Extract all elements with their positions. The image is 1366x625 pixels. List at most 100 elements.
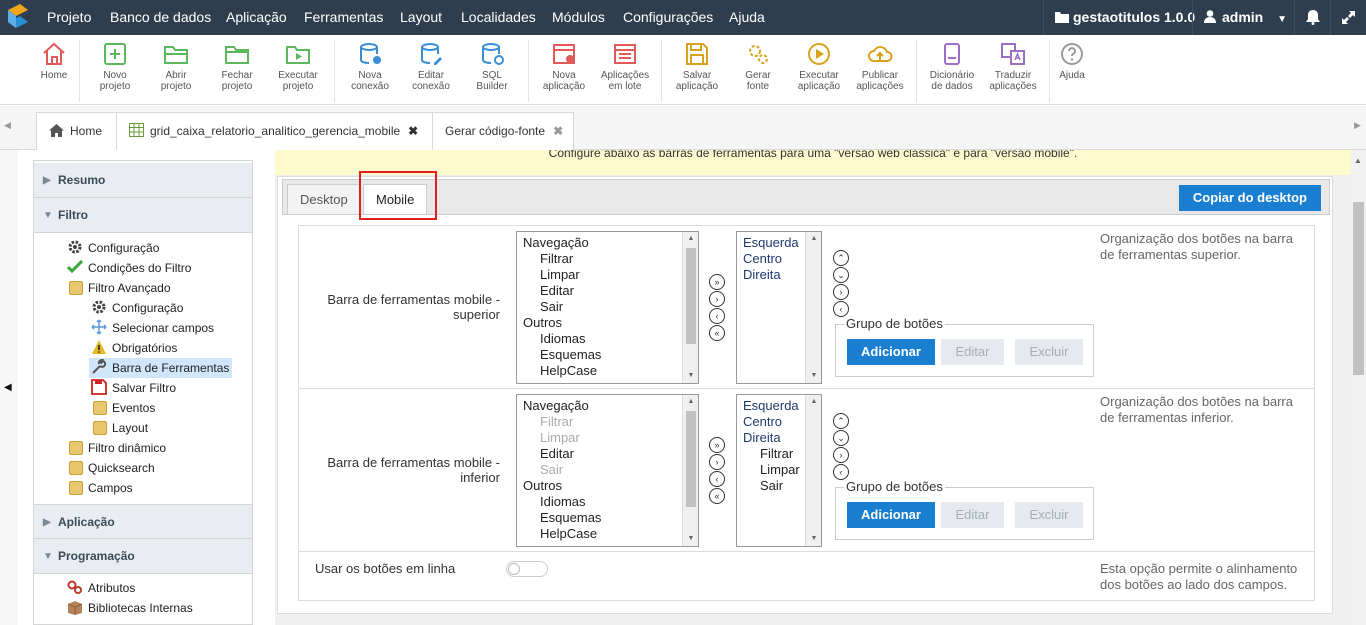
menu-projeto[interactable]: Projeto: [47, 0, 91, 35]
project-selector[interactable]: gestaotitulos 1.0.0: [1055, 0, 1195, 35]
scroll-up-icon[interactable]: ▲: [683, 395, 698, 409]
tab-application[interactable]: grid_caixa_relatorio_analitico_gerencia_…: [116, 112, 433, 150]
run-project-button[interactable]: Executar projeto: [268, 41, 328, 92]
menu-ferramentas[interactable]: Ferramentas: [304, 0, 383, 35]
tree-item-condicoes-filtro[interactable]: Condições do Filtro: [67, 258, 191, 278]
inferior-selected-list[interactable]: Esquerda Centro Direita Filtrar Limpar Sair ▲ ▼: [736, 394, 822, 547]
list-item[interactable]: Idiomas: [523, 494, 698, 510]
list-scrollbar[interactable]: ▲ ▼: [682, 232, 698, 383]
scroll-down-icon[interactable]: ▼: [683, 369, 698, 383]
scrollbar-thumb[interactable]: [686, 411, 696, 507]
add-icon[interactable]: ›: [709, 454, 725, 470]
tree-item-filtro-dinamico[interactable]: Filtro dinâmico: [69, 438, 166, 458]
tree-item-eventos[interactable]: Eventos: [93, 398, 155, 418]
superior-available-list[interactable]: Navegação Filtrar Limpar Editar Sair Outros Id…: [516, 231, 699, 384]
superior-add-button[interactable]: Adicionar: [847, 339, 935, 365]
move-top-icon[interactable]: ⌃: [833, 250, 849, 266]
help-button[interactable]: Ajuda: [1042, 41, 1102, 81]
tree-item-selecionar-campos[interactable]: Selecionar campos: [91, 318, 214, 338]
list-item[interactable]: Editar: [523, 283, 698, 299]
inferior-edit-button[interactable]: Editar: [941, 502, 1004, 528]
list-scrollbar[interactable]: ▲ ▼: [682, 395, 698, 546]
scroll-down-icon[interactable]: ▼: [806, 532, 821, 546]
list-item[interactable]: Esquemas: [523, 510, 698, 526]
tree-item-filtro-avancado[interactable]: Filtro Avançado: [69, 278, 171, 298]
list-item[interactable]: HelpCase: [523, 363, 698, 379]
tree-item-barra-ferramentas[interactable]: Barra de Ferramentas: [89, 358, 233, 378]
move-bottom-icon[interactable]: ⌄: [833, 267, 849, 283]
data-dictionary-button[interactable]: Dicionário de dados: [922, 41, 982, 92]
menu-ajuda[interactable]: Ajuda: [729, 0, 765, 35]
edit-connection-button[interactable]: Editar conexão: [401, 41, 461, 92]
inferior-available-list[interactable]: Navegação Filtrar Limpar Editar Sair Outros Id…: [516, 394, 699, 547]
tabs-scroll-left-icon[interactable]: ◀: [4, 120, 11, 131]
move-right-icon[interactable]: ›: [833, 447, 849, 463]
list-item[interactable]: Outros: [523, 315, 698, 331]
tab-home[interactable]: Home: [36, 112, 117, 150]
scrollbar-thumb[interactable]: [686, 248, 696, 344]
list-item[interactable]: Editar: [523, 446, 698, 462]
move-left-icon[interactable]: ‹: [833, 464, 849, 480]
move-top-icon[interactable]: ⌃: [833, 413, 849, 429]
close-icon[interactable]: ✖: [553, 124, 563, 138]
scroll-up-icon[interactable]: ▲: [806, 232, 821, 246]
copy-from-desktop-button[interactable]: Copiar do desktop: [1178, 185, 1321, 211]
list-item[interactable]: Sair: [523, 299, 698, 315]
scroll-up-icon[interactable]: ▲: [1354, 156, 1362, 165]
list-scrollbar[interactable]: ▲ ▼: [805, 232, 821, 383]
new-application-button[interactable]: Nova aplicação: [534, 41, 594, 92]
bell-icon[interactable]: [1306, 10, 1320, 25]
open-project-button[interactable]: Abrir projeto: [146, 41, 206, 92]
tree-item-layout[interactable]: Layout: [93, 418, 148, 438]
batch-applications-button[interactable]: Aplicações em lote: [595, 41, 655, 92]
list-scrollbar[interactable]: ▲ ▼: [805, 395, 821, 546]
inline-toggle[interactable]: [506, 561, 548, 577]
add-icon[interactable]: ›: [709, 291, 725, 307]
list-item[interactable]: Filtrar: [523, 414, 698, 430]
list-item[interactable]: Limpar: [523, 430, 698, 446]
translate-applications-button[interactable]: Traduzir aplicações: [983, 41, 1043, 92]
tree-item-obrigatorios[interactable]: Obrigatórios: [91, 338, 177, 358]
sql-builder-button[interactable]: SQL Builder: [462, 41, 522, 92]
list-item[interactable]: Idiomas: [523, 331, 698, 347]
superior-edit-button[interactable]: Editar: [941, 339, 1004, 365]
tree-item-campos[interactable]: Campos: [69, 478, 133, 498]
home-button[interactable]: Home: [24, 41, 84, 81]
sidebar-section-filtro[interactable]: ▼ Filtro: [34, 198, 252, 233]
inferior-delete-button[interactable]: Excluir: [1015, 502, 1083, 528]
move-right-icon[interactable]: ›: [833, 284, 849, 300]
menu-aplicacao[interactable]: Aplicação: [226, 0, 287, 35]
sidebar-section-aplicacao[interactable]: ▶ Aplicação: [34, 504, 252, 539]
user-menu[interactable]: admin ▼: [1204, 0, 1287, 35]
move-left-icon[interactable]: ‹: [833, 301, 849, 317]
new-project-button[interactable]: Novo projeto: [85, 41, 145, 92]
add-all-icon[interactable]: »: [709, 274, 725, 290]
close-project-button[interactable]: Fechar projeto: [207, 41, 267, 92]
tree-item-quicksearch[interactable]: Quicksearch: [69, 458, 155, 478]
list-item[interactable]: Outros: [523, 478, 698, 494]
save-application-button[interactable]: Salvar aplicação: [667, 41, 727, 92]
menu-banco-de-dados[interactable]: Banco de dados: [110, 0, 211, 35]
remove-all-icon[interactable]: «: [709, 325, 725, 341]
list-item[interactable]: Navegação: [523, 398, 698, 414]
scrollbar-thumb[interactable]: [1353, 202, 1364, 375]
move-bottom-icon[interactable]: ⌄: [833, 430, 849, 446]
list-item[interactable]: Navegação: [523, 235, 698, 251]
inferior-add-button[interactable]: Adicionar: [847, 502, 935, 528]
menu-localidades[interactable]: Localidades: [461, 0, 536, 35]
remove-icon[interactable]: ‹: [709, 308, 725, 324]
tabs-scroll-right-icon[interactable]: ▶: [1354, 120, 1361, 131]
publish-applications-button[interactable]: Publicar aplicações: [850, 41, 910, 92]
generate-source-button[interactable]: Gerar fonte: [728, 41, 788, 92]
collapse-sidebar-icon[interactable]: ◀: [4, 382, 12, 393]
superior-delete-button[interactable]: Excluir: [1015, 339, 1083, 365]
run-application-button[interactable]: Executar aplicação: [789, 41, 849, 92]
tree-item-salvar-filtro[interactable]: Salvar Filtro: [91, 378, 176, 398]
list-item[interactable]: Sair: [523, 462, 698, 478]
tab-generate-source[interactable]: Gerar código-fonte ✖: [432, 112, 574, 150]
tree-item-bibliotecas[interactable]: Bibliotecas Internas: [67, 598, 193, 618]
sidebar-section-programacao[interactable]: ▼ Programação: [34, 539, 252, 574]
menu-modulos[interactable]: Módulos: [552, 0, 605, 35]
menu-configuracoes[interactable]: Configurações: [623, 0, 713, 35]
scroll-up-icon[interactable]: ▲: [683, 232, 698, 246]
